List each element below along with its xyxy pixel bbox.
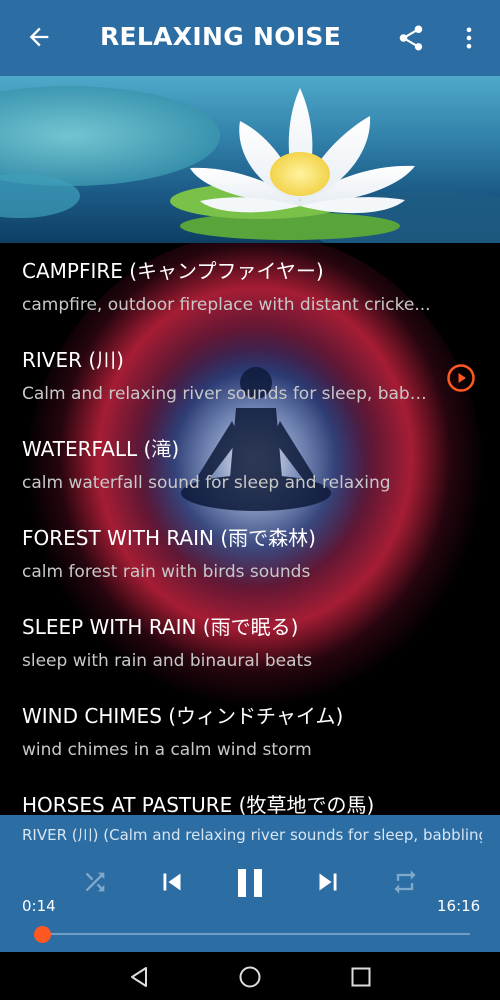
seek-thumb[interactable] (33, 926, 51, 943)
system-home-button[interactable] (237, 964, 263, 990)
track-title: CAMPFIRE (キャンプファイヤー) (22, 259, 324, 283)
track-title: FOREST WITH RAIN (雨で森林) (22, 526, 316, 550)
recents-square-icon (351, 967, 371, 987)
list-item[interactable]: RIVER (川) Calm and relaxing river sounds… (0, 332, 500, 421)
system-back-button[interactable] (126, 964, 152, 990)
pause-button[interactable] (226, 859, 274, 907)
track-description: calm forest rain with birds sounds (22, 562, 311, 582)
track-title: WIND CHIMES (ウィンドチャイム) (22, 704, 344, 728)
skip-previous-icon (163, 873, 181, 891)
next-button[interactable] (311, 865, 345, 899)
top-app-bar: RELAXING NOISE (0, 0, 500, 76)
page-title: RELAXING NOISE (100, 22, 342, 51)
list-item[interactable]: HORSES AT PASTURE (牧草地での馬) (0, 777, 500, 815)
now-playing-icon[interactable] (446, 363, 476, 393)
track-title: RIVER (川) (22, 348, 124, 372)
more-options-button[interactable] (455, 21, 483, 55)
home-circle-icon (239, 966, 261, 988)
system-recents-button[interactable] (348, 964, 374, 990)
track-description: Calm and relaxing river sounds for sleep… (22, 384, 432, 404)
arrow-back-icon (29, 27, 49, 47)
track-title: WATERFALL (滝) (22, 437, 180, 461)
shuffle-icon (85, 872, 105, 892)
track-description: calm waterfall sound for sleep and relax… (22, 473, 391, 493)
track-title: SLEEP WITH RAIN (雨で眠る) (22, 615, 299, 639)
share-icon (399, 25, 423, 51)
list-item[interactable]: WIND CHIMES (ウィンドチャイム) wind chimes in a … (0, 688, 500, 777)
pause-icon (238, 869, 262, 897)
system-navigation-bar (0, 952, 500, 1000)
more-vert-icon (466, 27, 472, 49)
skip-next-icon (319, 873, 337, 891)
track-list[interactable]: CAMPFIRE (キャンプファイヤー) campfire, outdoor f… (0, 243, 500, 815)
share-button[interactable] (394, 21, 428, 55)
list-item[interactable]: WATERFALL (滝) calm waterfall sound for s… (0, 421, 500, 510)
list-item[interactable]: SLEEP WITH RAIN (雨で眠る) sleep with rain a… (0, 599, 500, 688)
player-panel: RIVER (川) (Calm and relaxing river sound… (0, 815, 500, 952)
repeat-button[interactable] (390, 867, 420, 897)
now-playing-title: RIVER (川) (Calm and relaxing river sound… (22, 826, 482, 844)
total-duration: 16:16 (437, 897, 481, 915)
water-lily-illustration (0, 86, 500, 243)
shuffle-button[interactable] (80, 867, 110, 897)
track-description: wind chimes in a calm wind storm (22, 740, 312, 760)
back-button[interactable] (22, 20, 56, 54)
elapsed-time: 0:14 (22, 897, 56, 915)
repeat-icon (394, 870, 416, 894)
track-description: campfire, outdoor fireplace with distant… (22, 295, 431, 315)
back-triangle-icon (131, 967, 147, 987)
seek-bar[interactable] (36, 933, 470, 935)
track-description: sleep with rain and binaural beats (22, 651, 313, 671)
header-image (0, 76, 500, 243)
list-item[interactable]: CAMPFIRE (キャンプファイヤー) campfire, outdoor f… (0, 243, 500, 332)
app-screen: RELAXING NOISE CAMPFIRE (キャンプファイヤー) camp… (0, 0, 500, 1000)
track-title: HORSES AT PASTURE (牧草地での馬) (22, 793, 375, 815)
list-item[interactable]: FOREST WITH RAIN (雨で森林) calm forest rain… (0, 510, 500, 599)
previous-button[interactable] (155, 865, 189, 899)
